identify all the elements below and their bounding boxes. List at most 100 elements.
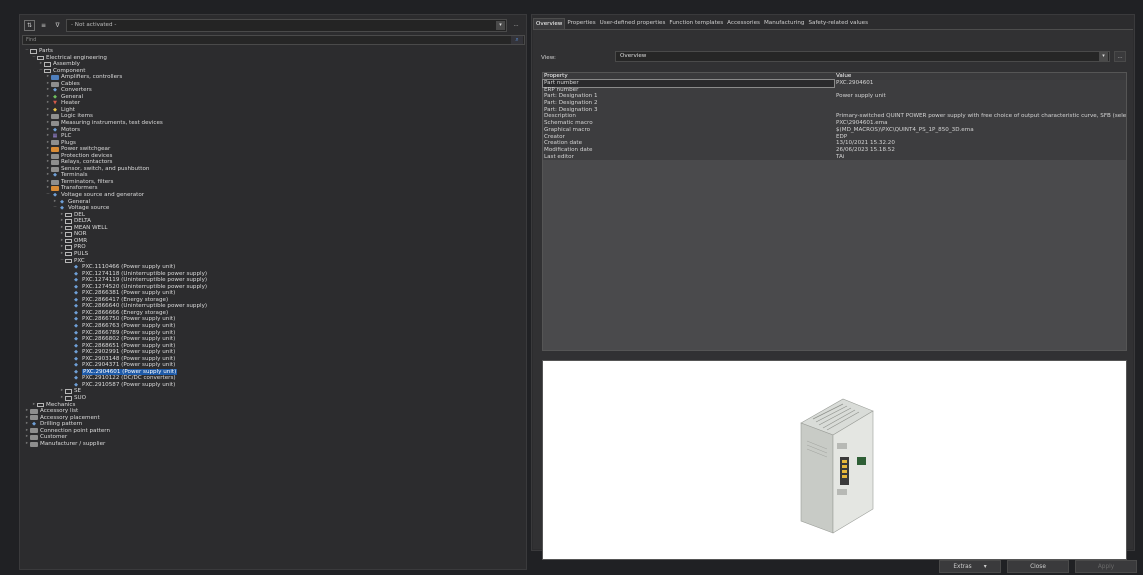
property-value bbox=[834, 87, 1126, 94]
extras-button[interactable]: Extras ▾ bbox=[939, 560, 1001, 573]
chevron-down-icon[interactable]: ▾ bbox=[496, 20, 505, 30]
table-row[interactable]: Part: Designation 2 bbox=[543, 100, 1126, 107]
property-name: Part: Designation 3 bbox=[544, 106, 598, 113]
property-name: ERP number bbox=[544, 86, 579, 93]
find-input[interactable]: Find ⌕ bbox=[22, 35, 525, 45]
part-image bbox=[542, 360, 1127, 560]
part-category-icon: ◆ bbox=[74, 349, 78, 356]
part-category-icon: ◆ bbox=[74, 375, 78, 382]
close-button[interactable]: Close bbox=[1007, 560, 1069, 573]
property-value: TAi bbox=[836, 153, 845, 160]
folder-icon bbox=[44, 62, 51, 67]
table-row[interactable]: Creation date 13/10/2021 15.32.20 bbox=[543, 140, 1126, 147]
property-value: $(MD_MACROS)\PXC\QUINT4_PS_1P_850_3D.ema bbox=[836, 126, 974, 133]
part-category-icon bbox=[30, 408, 38, 414]
table-row[interactable]: Graphical macro $(MD_MACROS)\PXC\QUINT4_P… bbox=[543, 126, 1126, 134]
part-category-icon: ◆ bbox=[74, 355, 78, 362]
part-category-icon bbox=[30, 441, 38, 447]
property-value: 26/06/2023 15.18.52 bbox=[836, 146, 895, 153]
part-category-icon bbox=[51, 146, 59, 152]
property-name: Description bbox=[544, 113, 576, 120]
property-rows: Part number PXC.2904601 ERP number Part: De… bbox=[542, 79, 1126, 161]
table-row[interactable]: Part: Designation 3 bbox=[543, 106, 1126, 114]
part-category-icon: ▼ bbox=[53, 100, 57, 107]
part-category-icon: ◆ bbox=[74, 277, 78, 284]
part-category-icon: ◆ bbox=[53, 106, 57, 113]
table-row[interactable]: Creator EDP bbox=[543, 133, 1126, 141]
property-name: Creation date bbox=[544, 140, 583, 147]
view-more-button[interactable]: ... bbox=[1114, 51, 1126, 62]
part-category-icon bbox=[51, 160, 59, 166]
part-category-icon: ◆ bbox=[74, 303, 78, 310]
tab-properties[interactable]: Properties bbox=[565, 18, 597, 29]
part-details-panel: Overview Properties User-defined propert… bbox=[531, 14, 1135, 560]
part-category-icon bbox=[30, 428, 38, 434]
chevron-down-icon: ▾ bbox=[983, 563, 987, 570]
folder-icon bbox=[30, 49, 37, 54]
tab-user-defined-properties[interactable]: User-defined properties bbox=[598, 18, 668, 29]
table-row[interactable]: ERP number bbox=[543, 86, 1126, 94]
property-value: EDP bbox=[836, 133, 848, 140]
part-category-icon bbox=[51, 179, 59, 185]
filter-select[interactable]: - Not activated - ▾ bbox=[66, 18, 507, 32]
filter-more-button[interactable]: ... bbox=[510, 19, 522, 31]
folder-icon bbox=[65, 212, 72, 218]
part-category-icon bbox=[51, 140, 59, 146]
list-view-icon[interactable]: ≡ bbox=[38, 20, 49, 31]
table-row[interactable]: Modification date 26/06/2023 15.18.52 bbox=[543, 146, 1126, 154]
tree-view-toggle-icon[interactable]: ⇅ bbox=[24, 19, 35, 31]
part-category-icon bbox=[51, 153, 59, 159]
chevron-down-icon[interactable]: ▾ bbox=[1099, 52, 1108, 61]
property-name: Graphical macro bbox=[544, 126, 591, 133]
tree-node[interactable]: ▸ Manufacturer / supplier bbox=[20, 441, 526, 448]
part-category-icon bbox=[51, 166, 59, 172]
folder-icon bbox=[44, 68, 51, 74]
power-supply-image bbox=[800, 398, 874, 534]
part-category-icon: ◆ bbox=[74, 316, 78, 323]
folder-icon bbox=[65, 396, 72, 401]
parts-tree-panel: ⇅ ≡ ∇ - Not activated - ▾ ... Find ⌕ − Pa… bbox=[19, 14, 527, 570]
search-icon[interactable]: ⌕ bbox=[511, 36, 523, 44]
apply-button[interactable]: Apply bbox=[1075, 560, 1137, 573]
property-name: Part: Designation 1 bbox=[544, 93, 598, 100]
property-table: Property Value Part number PXC.2904601 ERP… bbox=[542, 72, 1127, 351]
tab-manufacturing[interactable]: Manufacturing bbox=[762, 18, 807, 29]
part-category-icon: ◆ bbox=[74, 290, 78, 297]
part-category-icon: ▦ bbox=[52, 133, 58, 140]
part-category-icon bbox=[51, 114, 59, 120]
table-row[interactable]: Schematic macro PXC\2904601.ema bbox=[543, 120, 1126, 127]
tab-accessories[interactable]: Accessories bbox=[725, 18, 762, 29]
filter-icon[interactable]: ∇ bbox=[52, 20, 63, 31]
tree-node-label: Manufacturer / supplier bbox=[40, 440, 106, 447]
part-category-icon bbox=[51, 186, 59, 192]
part-category-icon bbox=[51, 74, 59, 80]
view-label: View: bbox=[541, 55, 556, 61]
property-name: Part number bbox=[542, 79, 835, 88]
table-row[interactable]: Part: Designation 1 Power supply unit bbox=[543, 93, 1126, 101]
table-row[interactable]: Part number PXC.2904601 bbox=[542, 79, 1126, 88]
part-category-icon: ◆ bbox=[60, 205, 64, 212]
part-category-icon: ◆ bbox=[53, 126, 57, 133]
view-select[interactable]: Overview ▾ bbox=[615, 51, 1110, 62]
property-value: PXC.2904601 bbox=[836, 80, 874, 86]
detail-tabs: Overview Properties User-defined propert… bbox=[532, 15, 1134, 29]
table-row[interactable]: Last editor TAi bbox=[543, 153, 1126, 161]
property-value: 13/10/2021 15.32.20 bbox=[836, 140, 895, 147]
folder-icon bbox=[65, 258, 72, 264]
parts-tree: − Parts − Electrical engineering ▸ Assembly − C… bbox=[20, 48, 526, 447]
property-value: PXC\2904601.ema bbox=[836, 120, 888, 127]
part-category-icon: ◆ bbox=[53, 93, 57, 100]
tab-function-templates[interactable]: Function templates bbox=[667, 18, 725, 29]
tab-safety-related-values[interactable]: Safety-related values bbox=[806, 18, 870, 29]
folder-icon bbox=[65, 225, 72, 231]
property-name: Modification date bbox=[544, 146, 593, 153]
tab-overview[interactable]: Overview bbox=[533, 18, 566, 29]
part-category-icon: ◆ bbox=[74, 381, 78, 388]
part-category-icon bbox=[30, 435, 38, 441]
table-row[interactable]: Description Primary-switched QUINT POWER … bbox=[543, 113, 1126, 121]
view-value: Overview bbox=[620, 53, 647, 59]
property-value bbox=[834, 107, 1126, 114]
part-category-icon: ◆ bbox=[74, 309, 78, 316]
part-category-icon: ◆ bbox=[60, 198, 64, 205]
overview-tab-body: View: Overview ▾ ... Property Value Part… bbox=[533, 29, 1133, 560]
